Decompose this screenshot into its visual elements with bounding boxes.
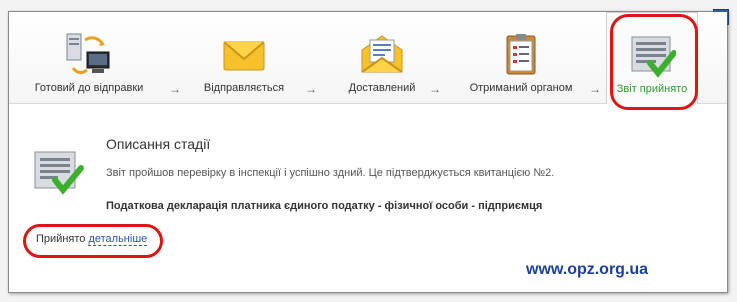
step-label: Готовий до відправки xyxy=(34,82,144,94)
accepted-info: Прийнято детальніше xyxy=(36,233,148,246)
report-accepted-icon xyxy=(34,151,84,195)
report-accepted-icon xyxy=(631,36,676,78)
stage-description: Звіт пройшов перевірку в інспекції і усп… xyxy=(106,167,555,179)
watermark: www.opz.org.ua xyxy=(526,261,649,278)
step-arrow: → xyxy=(589,82,601,96)
step-label: Звіт прийнято xyxy=(616,83,688,95)
step-arrow: → xyxy=(169,82,181,96)
step-label: Відправляється xyxy=(203,82,285,94)
accepted-label: Прийнято xyxy=(36,233,86,245)
step-label: Отриманий органом xyxy=(469,82,573,94)
details-link[interactable]: детальніше xyxy=(88,233,148,246)
steps-bar: Готовий до відправки → Відправляється → … xyxy=(9,12,727,104)
stage-title: Описання стадії xyxy=(106,136,211,152)
declaration-title: Податкова декларація платника єдиного по… xyxy=(106,200,543,212)
step-label: Доставлений xyxy=(348,82,416,94)
clipboard-icon xyxy=(506,34,536,75)
step-ready[interactable]: Готовий до відправки xyxy=(29,12,149,104)
step-sending[interactable]: Відправляється xyxy=(189,12,299,104)
open-envelope-icon xyxy=(361,35,403,73)
step-arrow: → xyxy=(429,82,441,96)
step-accepted[interactable]: Звіт прийнято xyxy=(606,12,698,104)
envelope-icon xyxy=(223,41,265,71)
computer-sync-icon xyxy=(66,33,110,75)
step-received[interactable]: Отриманий органом xyxy=(456,12,586,104)
step-delivered[interactable]: Доставлений xyxy=(327,12,437,104)
step-arrow: → xyxy=(305,82,317,96)
